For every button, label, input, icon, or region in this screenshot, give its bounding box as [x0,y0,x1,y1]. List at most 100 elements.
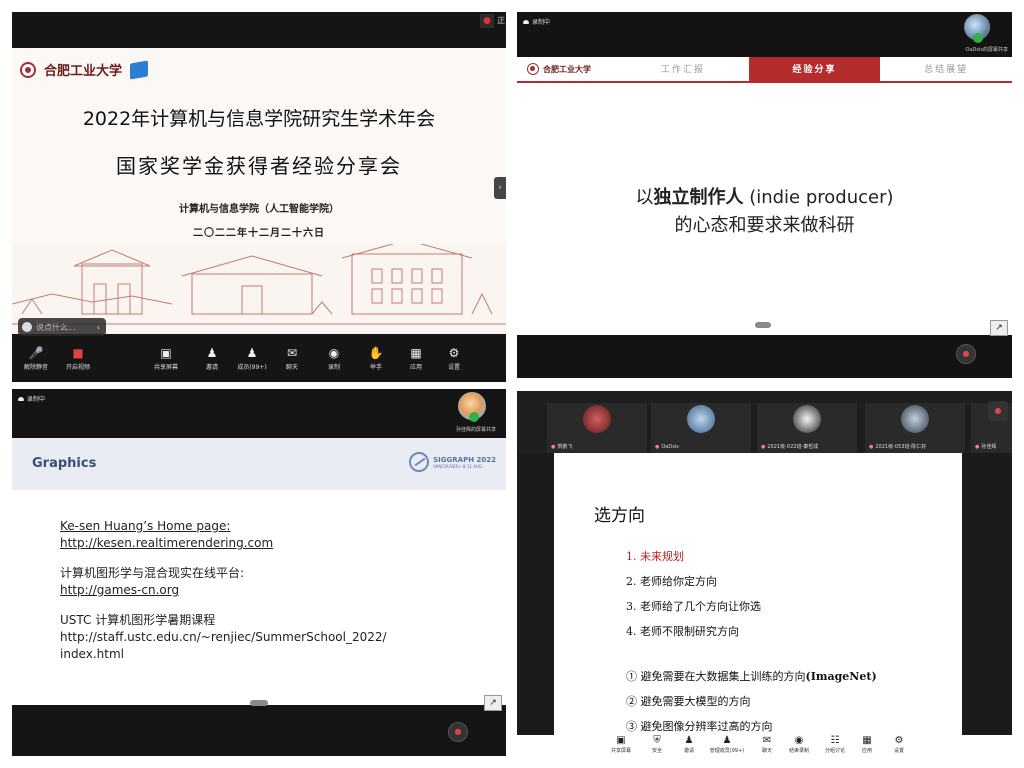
tab-experience-sharing: 经验分享 [748,57,881,81]
fullscreen-icon[interactable]: ↗ [990,320,1008,336]
slide-header: Graphics SIGGRAPH 2022 VANCOUVER+ 8-11 A… [12,438,506,490]
members-icon: ♟ [722,735,732,746]
self-avatar[interactable]: ● [956,344,976,364]
mic-muted-icon: ● [869,444,874,450]
slide-logo-text: 合肥工业大学 [543,63,591,74]
members-label: 成员(99+) [237,364,267,371]
chevron-left-icon[interactable]: ‹ [97,323,100,332]
settings-label: 设置 [447,364,460,371]
participant-avatar [687,405,715,433]
members-icon: ♟ [246,346,258,360]
participant-list-icon[interactable]: ● [988,401,1008,421]
screen-share-label: 孙佳辉的屏幕共享 [455,427,496,433]
chat-label: 聊天 [285,364,298,371]
mic-muted-icon: ● [655,444,660,450]
siggraph-title: SIGGRAPH 2022 [433,455,496,464]
list-item: ② 避免需要大模型的方向 [626,695,751,708]
invite-button[interactable]: ♟ 邀请 [192,346,232,371]
unmute-button[interactable]: 🎤 解除静音 [16,346,56,371]
meeting-panel-2: 录制中 OaDsis的屏幕共享 合肥工业大学 工作汇报 经验分享 总结展望 以独… [517,12,1012,378]
start-video-button[interactable]: ■ 开启视频 [58,346,98,371]
apps-label: 应用 [861,748,872,754]
apps-button[interactable]: ▦ 应用 [396,346,436,371]
slide-title-line2: 国家奖学金获得者经验分享会 [116,154,402,178]
settings-icon: ⚙ [448,346,460,360]
participant-name: 贺鹏飞 [557,444,573,450]
self-avatar[interactable]: ● [448,722,468,742]
participant-tile[interactable]: ● OaDsis [651,403,751,453]
share-screen-label: 共享屏幕 [610,748,631,754]
end-recording-button[interactable]: ◉ 结束录制 [779,735,819,754]
slide-title-line1: 2022年计算机与信息学院研究生学术年会 [82,108,436,130]
slide-school: 计算机与信息学院（人工智能学院） [179,204,339,215]
side-panel-toggle[interactable]: › [494,177,506,199]
slide-date: 二〇二二年十二月二十六日 [193,228,325,239]
share-screen-button[interactable]: ▣ 共享屏幕 [601,735,641,754]
presenter-avatar[interactable] [458,392,486,422]
record-button[interactable]: ◉ 录制 [314,346,354,371]
fullscreen-icon[interactable]: ↗ [484,695,502,711]
slide-nav-bar: 合肥工业大学 工作汇报 经验分享 总结展望 [517,57,1012,83]
item-link-continued[interactable]: index.html [60,646,500,663]
list-item: ① 避免需要在大数据集上训练的方向(ImageNet) [626,670,877,683]
item-link[interactable]: http://kesen.realtimerendering.com [60,535,500,552]
presenter-avatar[interactable] [964,14,990,43]
cloud-icon [18,396,24,401]
chat-input-bubble[interactable]: 说点什么... ‹ [18,318,106,336]
university-seal-icon [20,61,36,78]
camera-status-icon[interactable]: ● [480,14,494,28]
apps-icon: ▦ [862,735,872,746]
item-link[interactable]: http://games-cn.org [60,582,500,599]
settings-icon: ⚙ [894,735,904,746]
university-seal-icon [527,63,539,75]
participant-avatar [901,405,929,433]
participant-name: 2021级-053班-陈仁好 [875,444,927,450]
participant-tile[interactable]: ● 2021级-053班-陈仁好 [865,403,965,453]
record-label: 录制 [327,364,340,371]
logo-row: 合肥工业大学 [20,59,216,80]
share-screen-button[interactable]: ▣ 共享屏幕 [146,346,186,371]
participant-name: OaDsis [661,444,679,450]
cloud-icon [523,19,529,24]
mic-muted-icon: ● [975,444,980,450]
start-video-label: 开启视频 [65,364,90,371]
window-edge-label: 正 [497,16,505,25]
mic-muted-icon: 🎤 [28,346,44,360]
meeting-toolbar: ▣ 共享屏幕 ⛨ 安全 ♟ 邀请 ♟ 管理成员(99+) ✉ 聊天 ◉ 结束录制… [517,735,1012,758]
avoid-list: ① 避免需要在大数据集上训练的方向(ImageNet) ② 避免需要大模型的方向… [626,664,877,739]
invite-icon: ♟ [206,346,218,360]
participant-avatar [793,405,821,433]
participant-tile[interactable]: ● 2021级-022班-秦哲成 [757,403,857,453]
mic-muted-icon: ● [551,444,556,450]
recording-indicator: 录制中 [18,394,45,403]
list-item: 1. 未来规划 [626,550,684,563]
raise-hand-icon: ✋ [368,346,384,360]
security-label: 安全 [651,748,662,754]
emoji-icon[interactable] [22,322,32,332]
siggraph-logo: SIGGRAPH 2022 VANCOUVER+ 8-11 AUG [409,452,496,472]
chat-icon: ✉ [286,346,298,360]
apps-label: 应用 [409,364,422,371]
share-screen-icon: ▣ [160,346,172,360]
settings-button[interactable]: ⚙ 设置 [879,735,919,754]
slide-title: Graphics [32,456,97,471]
list-item: 4. 老师不限制研究方向 [626,625,739,638]
meeting-panel-1: ● 正 合肥工业大学 2022年计算机与信息学院研究生学术年会 国家奖学金获得者… [12,12,506,382]
slide-main-line2: 的心态和要求来做科研 [674,215,855,236]
tab-work-report: 工作汇报 [660,65,705,75]
share-screen-label: 共享屏幕 [153,364,178,371]
item-title: 计算机图形学与混合现实在线平台: [60,566,245,580]
item-title: Ke-sen Huang’s Home page: [60,519,231,533]
chat-button[interactable]: ✉ 聊天 [272,346,312,371]
settings-button[interactable]: ⚙ 设置 [434,346,474,371]
participant-tile[interactable]: ● 贺鹏飞 [547,403,647,453]
breakout-label: 分组讨论 [824,748,845,754]
manage-members-button[interactable]: ♟ 管理成员(99+) [707,735,747,754]
raise-hand-button[interactable]: ✋ 举手 [356,346,396,371]
item-link[interactable]: http://staff.ustc.edu.cn/~renjiec/Summer… [60,629,500,646]
members-button[interactable]: ♟ 成员(99+) [232,346,272,371]
invite-button[interactable]: ♟ 邀请 [669,735,709,754]
slide-main-line1: 以独立制作人 (indie producer) [635,187,894,208]
shared-slide: 选方向 1. 未来规划 2. 老师给你定方向 3. 老师给了几个方向让你选 4.… [554,453,962,736]
participant-avatar [583,405,611,433]
